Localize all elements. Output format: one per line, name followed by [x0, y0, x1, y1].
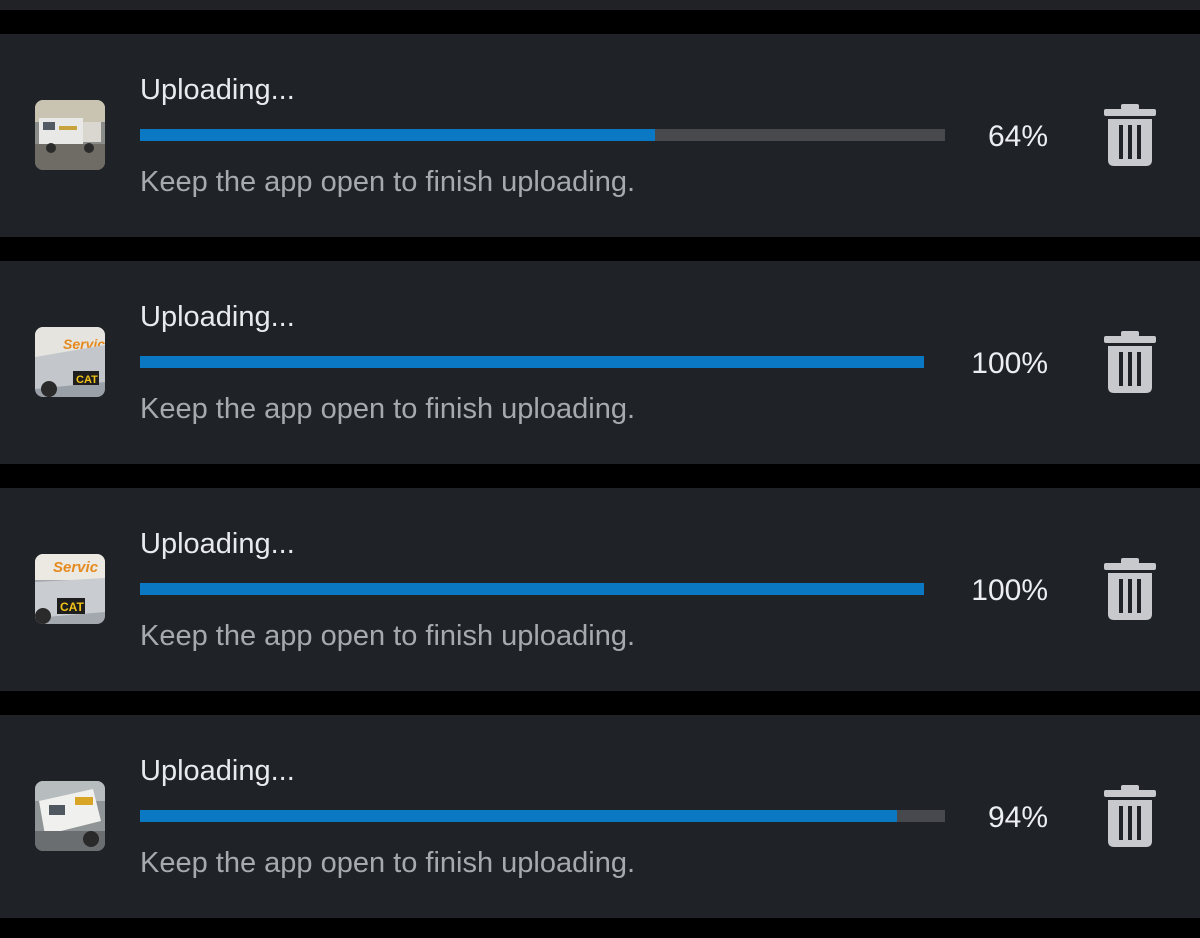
trash-icon: [1104, 558, 1156, 620]
svg-text:Servic: Servic: [53, 559, 99, 576]
upload-percent: 64%: [987, 120, 1048, 153]
progress-bar-fill: [140, 583, 924, 595]
upload-percent: 94%: [987, 801, 1048, 834]
photo-thumbnail-icon[interactable]: Servic CAT: [35, 554, 105, 624]
progress-bar: [140, 356, 924, 368]
delete-upload-button[interactable]: [1104, 104, 1156, 166]
upload-status: Uploading...: [140, 301, 295, 333]
progress-bar: [140, 583, 924, 595]
upload-percent: 100%: [971, 347, 1048, 380]
upload-status: Uploading...: [140, 755, 295, 787]
trash-icon: [1104, 785, 1156, 847]
upload-row: Servic CAT Uploading... Keep the app ope…: [0, 261, 1200, 464]
svg-text:CAT: CAT: [76, 374, 98, 386]
upload-row: Uploading... Keep the app open to finish…: [0, 34, 1200, 237]
progress-bar: [140, 810, 945, 822]
progress-bar-fill: [140, 810, 897, 822]
upload-message: Keep the app open to finish uploading.: [140, 620, 636, 652]
upload-row: Uploading... Keep the app open to finish…: [0, 715, 1200, 918]
photo-thumbnail-icon[interactable]: Servic CAT: [35, 327, 105, 397]
delete-upload-button[interactable]: [1104, 331, 1156, 393]
progress-bar-fill: [140, 129, 656, 141]
progress-bar-fill: [140, 356, 924, 368]
upload-status: Uploading...: [140, 528, 295, 560]
svg-text:CAT: CAT: [60, 600, 84, 614]
trash-icon: [1104, 104, 1156, 166]
delete-upload-button[interactable]: [1104, 558, 1156, 620]
photo-thumbnail-icon[interactable]: [35, 100, 105, 170]
upload-status: Uploading...: [140, 74, 295, 106]
upload-percent: 100%: [971, 574, 1048, 607]
photo-thumbnail-icon[interactable]: [35, 781, 105, 851]
upload-message: Keep the app open to finish uploading.: [140, 166, 636, 198]
upload-list: Uploading... Keep the app open to finish…: [0, 0, 1200, 938]
delete-upload-button[interactable]: [1104, 785, 1156, 847]
upload-message: Keep the app open to finish uploading.: [140, 393, 636, 425]
trash-icon: [1104, 331, 1156, 393]
upload-row: Servic CAT Uploading... Keep the app ope…: [0, 488, 1200, 691]
progress-bar: [140, 129, 945, 141]
upload-message: Keep the app open to finish uploading.: [140, 847, 636, 879]
